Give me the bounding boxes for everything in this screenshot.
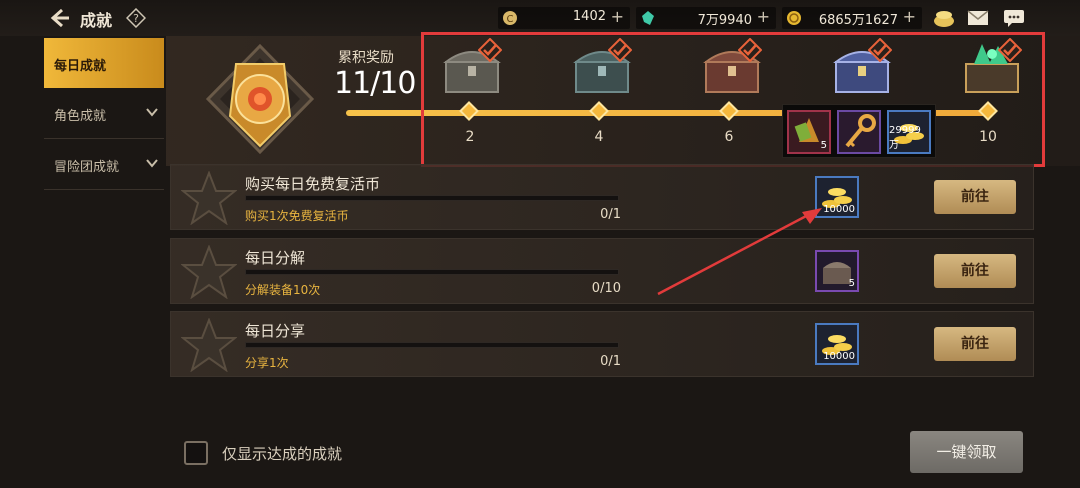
achievement-title: 每日分享: [245, 322, 306, 340]
chevron-down-icon: [146, 159, 158, 168]
green-crystal-icon: [642, 11, 654, 25]
highlight-annotation-box: [421, 32, 1045, 167]
show-achieved-label: 仅显示达成的成就: [222, 445, 343, 463]
currency-gold: 6865万1627 +: [782, 7, 922, 29]
gold-coin-icon: [787, 11, 801, 25]
achievement-progress: 0/1: [600, 207, 621, 222]
accumulated-value: 11/10: [334, 66, 416, 101]
show-achieved-checkbox[interactable]: [184, 441, 208, 465]
claim-all-button[interactable]: 一键领取: [910, 431, 1023, 473]
sidebar-item-daily[interactable]: 每日成就: [44, 38, 164, 88]
achievement-progress-bar: [245, 342, 619, 348]
question-mark-icon[interactable]: ?: [126, 8, 146, 28]
star-badge-icon: [181, 318, 237, 372]
mail-icon[interactable]: [966, 7, 990, 29]
currency-value: 1402: [572, 9, 606, 24]
item-count: 5: [848, 278, 855, 289]
achievement-row: 购买每日免费复活币 购买1次免费复活币 0/1 10000 前往: [170, 164, 1034, 230]
c-coin-icon: C: [503, 11, 517, 25]
star-badge-icon: [181, 245, 237, 299]
currency-c-coin: C 1402 +: [498, 7, 630, 29]
accumulated-label: 累积奖励: [338, 50, 394, 66]
add-currency-button[interactable]: +: [757, 7, 770, 26]
achievement-desc: 购买1次免费复活币: [245, 209, 349, 223]
go-button[interactable]: 前往: [934, 327, 1016, 361]
medal-icon: [205, 44, 315, 154]
add-currency-button[interactable]: +: [611, 7, 624, 26]
reward-item[interactable]: 10000: [815, 323, 859, 365]
achievement-title: 购买每日免费复活币: [245, 175, 381, 193]
currency-crystal: 7万9940 +: [636, 7, 776, 29]
achievement-progress-bar: [245, 195, 619, 201]
achievement-progress-bar: [245, 269, 619, 275]
sidebar-item-character[interactable]: 角色成就: [44, 88, 164, 138]
chat-icon[interactable]: [1002, 7, 1026, 29]
divider: [44, 189, 164, 190]
star-badge-icon: [181, 171, 237, 225]
achievement-progress: 0/10: [591, 281, 621, 296]
chevron-down-icon: [146, 108, 158, 117]
achievement-desc: 分解装备10次: [245, 283, 321, 297]
item-count: 10000: [823, 351, 855, 362]
achievement-title: 每日分解: [245, 249, 306, 267]
currency-value: 6865万1627: [818, 13, 898, 28]
sidebar-item-label: 冒险团成就: [54, 160, 120, 175]
sidebar-item-adventure[interactable]: 冒险团成就: [44, 139, 164, 189]
achievement-progress: 0/1: [600, 354, 621, 369]
achievement-row: 每日分解 分解装备10次 0/10 5 前往: [170, 238, 1034, 304]
svg-text:?: ?: [133, 12, 139, 25]
add-currency-button[interactable]: +: [903, 7, 916, 26]
back-arrow-icon[interactable]: [48, 6, 72, 30]
currency-value: 7万9940: [697, 13, 752, 28]
treasure-pot-icon[interactable]: [932, 7, 956, 29]
annotation-arrow: [657, 208, 822, 296]
go-button[interactable]: 前往: [934, 180, 1016, 214]
achievement-desc: 分享1次: [245, 356, 289, 370]
achievement-row: 每日分享 分享1次 0/1 10000 前往: [170, 311, 1034, 377]
go-button[interactable]: 前往: [934, 254, 1016, 288]
sidebar-item-label: 每日成就: [54, 59, 107, 74]
page-title: 成就: [80, 11, 113, 30]
sidebar-item-label: 角色成就: [54, 109, 107, 124]
svg-text:C: C: [507, 14, 514, 25]
top-bar: 成就 ? C 1402 + 7万9940 + 6865万1627 +: [0, 0, 1080, 36]
